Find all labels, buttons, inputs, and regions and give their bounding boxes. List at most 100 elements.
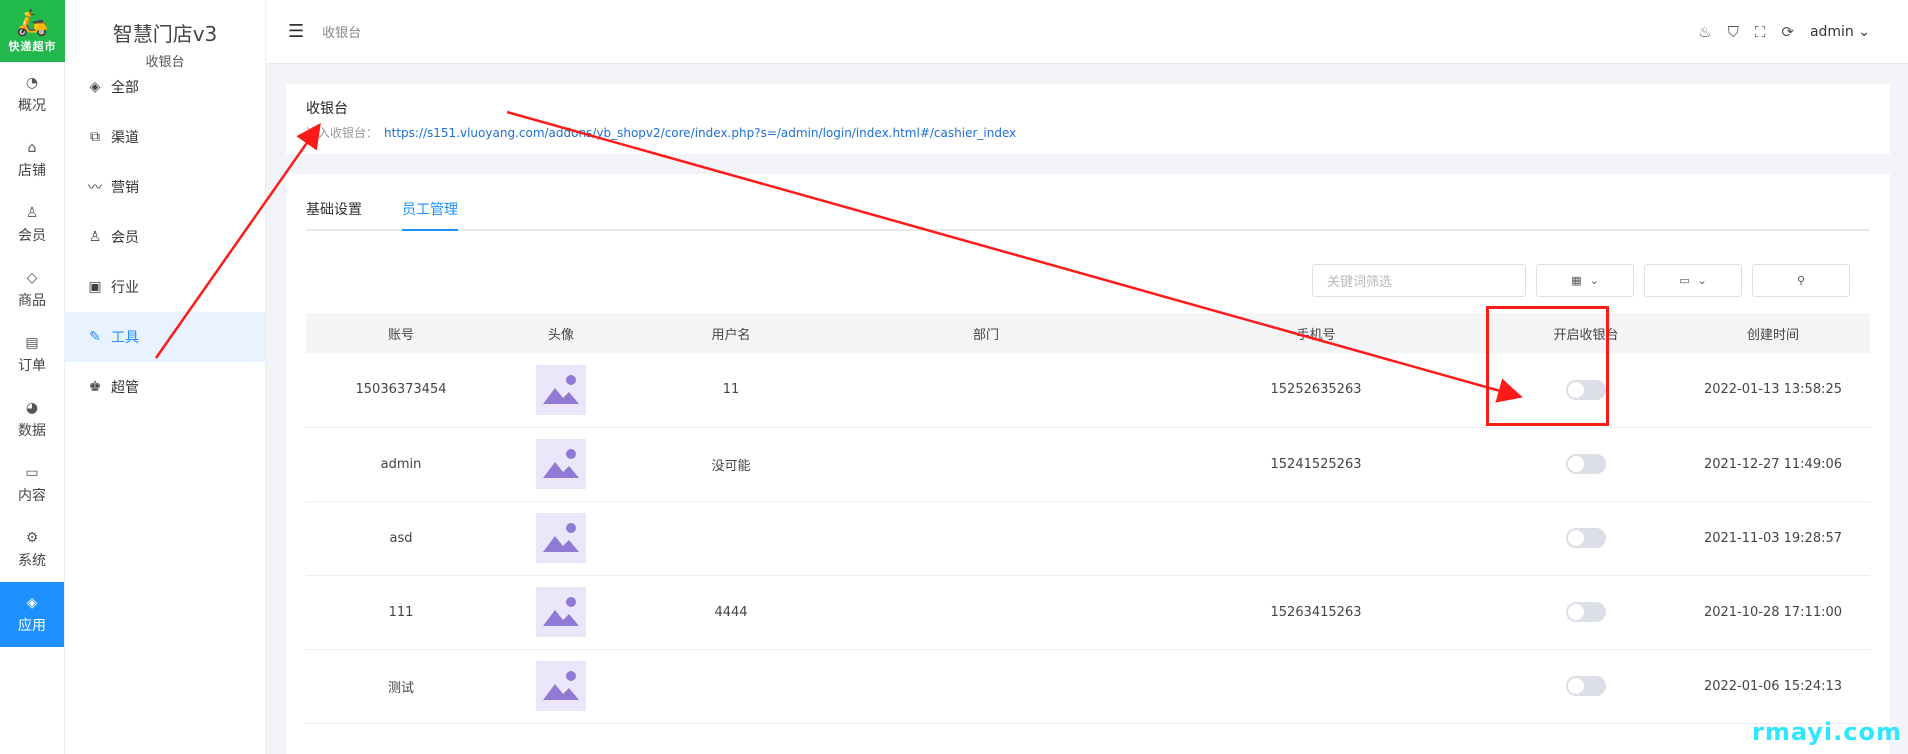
menu-toggle-icon[interactable]: ☰: [288, 21, 304, 42]
rail-item-2[interactable]: ♙ 会员: [0, 192, 64, 257]
user-name: admin: [1809, 24, 1854, 40]
cell-account: admin: [306, 427, 496, 502]
cell-created-time: 2022-01-06 15:24:13: [1676, 649, 1870, 724]
sidebar-header: 智慧门店v3 收银台: [65, 0, 265, 70]
col-username: 用户名: [626, 313, 836, 353]
delivery-logo-icon: 🛵: [16, 8, 49, 38]
tab-basic-settings[interactable]: 基础设置: [306, 199, 362, 229]
table-row: admin 没可能 15241525263 2021-12-27 11:49:06: [306, 427, 1870, 502]
rail-item-1[interactable]: ⌂ 店铺: [0, 127, 64, 192]
cell-created-time: 2021-10-28 17:11:00: [1676, 575, 1870, 650]
cell-phone: 15252635263: [1136, 353, 1496, 428]
user-menu[interactable]: admin ⌄: [1810, 24, 1870, 40]
refresh-icon[interactable]: ⟳: [1781, 23, 1794, 41]
cell-created-time: 2021-11-03 19:28:57: [1676, 501, 1870, 576]
cashier-entry-line: 进入收银台： https://s151.vluoyang.com/addons/y…: [306, 124, 1870, 141]
cell-department: [836, 649, 1136, 724]
switch-knob: [1568, 604, 1584, 620]
table-row: 测试 2022-01-06 15:24:13: [306, 649, 1870, 724]
fullscreen-icon[interactable]: ⛶: [1755, 23, 1766, 41]
keyword-filter-input[interactable]: 关键词筛选: [1312, 264, 1526, 297]
grid-icon: ▦: [1571, 274, 1582, 287]
rail-item-6[interactable]: ▭ 内容: [0, 452, 64, 517]
cell-avatar: [496, 649, 626, 724]
chevron-down-icon: ⌄: [1697, 274, 1707, 287]
cell-created-time: 2022-01-13 13:58:25: [1676, 353, 1870, 428]
sidebar-item-4[interactable]: ▣ 行业: [65, 262, 265, 312]
cell-account: 测试: [306, 649, 496, 724]
cashier-link[interactable]: https://s151.vluoyang.com/addons/yb_shop…: [384, 126, 1016, 140]
cell-cashier-toggle: [1496, 575, 1676, 650]
rail-item-label: 商品: [18, 292, 46, 309]
rail-item-4[interactable]: ▤ 订单: [0, 322, 64, 387]
grid-view-dropdown[interactable]: ▦ ⌄: [1536, 264, 1634, 297]
cell-username: [626, 649, 836, 724]
rail-item-label: 数据: [18, 422, 46, 439]
switch-knob: [1568, 456, 1584, 472]
avatar-placeholder-icon: [536, 364, 586, 415]
rail-item-label: 应用: [18, 617, 46, 634]
cell-phone: 15263415263: [1136, 575, 1496, 650]
cell-username: 4444: [626, 575, 836, 650]
tab-staff-management[interactable]: 员工管理: [402, 199, 458, 231]
rail-item-label: 店铺: [18, 162, 46, 179]
cell-cashier-toggle: [1496, 649, 1676, 724]
cashier-toggle-switch[interactable]: [1566, 602, 1606, 622]
sidebar-item-label: 会员: [111, 230, 139, 246]
rail-item-8[interactable]: ◈ 应用: [0, 582, 64, 647]
cashier-toggle-switch[interactable]: [1566, 528, 1606, 548]
rail-item-7[interactable]: ⚙ 系统: [0, 517, 64, 582]
cell-avatar: [496, 501, 626, 576]
cashier-info-card: 收银台 进入收银台： https://s151.vluoyang.com/addo…: [286, 84, 1890, 154]
rail-item-label: 概况: [18, 97, 46, 114]
cell-department: [836, 427, 1136, 502]
rail-item-5[interactable]: ◕ 数据: [0, 387, 64, 452]
secondary-sidebar: 智慧门店v3 收银台 ◈ 全部 ⧉ 渠道〰营销 ♙ 会员 ▣ 行业 ✎ 工具 ♚ 超管: [65, 0, 266, 754]
table-row: 15036373454 11 15252635263 2022-01-13 13:58…: [306, 353, 1870, 428]
col-avatar: 头像: [496, 313, 626, 353]
cell-account: 15036373454: [306, 353, 496, 428]
cell-phone: 15241525263: [1136, 427, 1496, 502]
rail-item-3[interactable]: ◇ 商品: [0, 257, 64, 322]
gear-icon: ⚙: [25, 529, 39, 546]
table-row: 111 4444 15263415263 2021-10-28 17:11:00: [306, 575, 1870, 650]
sidebar-item-1[interactable]: ⧉ 渠道: [65, 112, 265, 162]
sidebar-item-label: 营销: [111, 180, 139, 196]
cell-avatar: [496, 427, 626, 502]
filter-bar: 关键词筛选 ▦ ⌄ ▭ ⌄ ⚲: [1312, 264, 1850, 297]
cell-account: asd: [306, 501, 496, 576]
top-bar: ☰ 收银台 ♨ ⛉ ⛶ ⟳ admin ⌄: [266, 0, 1908, 64]
search-button[interactable]: ⚲: [1752, 264, 1850, 297]
cell-account: 111: [306, 575, 496, 650]
avatar-placeholder-icon: [536, 513, 586, 563]
sidebar-item-3[interactable]: ♙ 会员: [65, 212, 265, 262]
wrench-icon: ✎: [89, 329, 101, 345]
cell-created-time: 2021-12-27 11:49:06: [1676, 427, 1870, 502]
cashier-toggle-switch[interactable]: [1566, 454, 1606, 474]
cube-icon: ◈: [26, 594, 38, 611]
col-phone: 手机号: [1136, 313, 1496, 353]
app-logo[interactable]: 🛵 快递超市: [0, 0, 65, 62]
cell-department: [836, 353, 1136, 428]
avatar-placeholder-icon: [536, 587, 586, 637]
admin-icon: ♚: [88, 379, 102, 395]
breadcrumb[interactable]: 收银台: [322, 22, 361, 41]
rail-item-label: 订单: [18, 357, 46, 374]
employee-panel: 基础设置 员工管理 关键词筛选 ▦ ⌄ ▭ ⌄ ⚲ 账号 头像 用户名 部门 手机号…: [286, 174, 1890, 754]
folder-dropdown[interactable]: ▭ ⌄: [1644, 264, 1742, 297]
sidebar-item-5[interactable]: ✎ 工具: [65, 312, 265, 362]
cube-icon: ◈: [89, 79, 101, 95]
table-row: asd 2021-11-03 19:28:57: [306, 501, 1870, 576]
rail-item-0[interactable]: ◔ 概况: [0, 62, 64, 127]
sidebar-item-2[interactable]: 〰营销: [65, 162, 265, 212]
user-icon: ♙: [25, 204, 39, 221]
shirt-icon[interactable]: ⛉: [1728, 23, 1739, 41]
cashier-toggle-switch[interactable]: [1566, 676, 1606, 696]
broom-icon[interactable]: ♨: [1698, 23, 1711, 41]
col-created-time: 创建时间: [1676, 313, 1870, 353]
avatar-placeholder-icon: [536, 661, 586, 711]
chevron-down-icon: ⌄: [1589, 274, 1599, 287]
sidebar-item-6[interactable]: ♚ 超管: [65, 362, 265, 412]
sidebar-item-label: 全部: [111, 80, 139, 96]
cell-username: 没可能: [626, 427, 836, 502]
